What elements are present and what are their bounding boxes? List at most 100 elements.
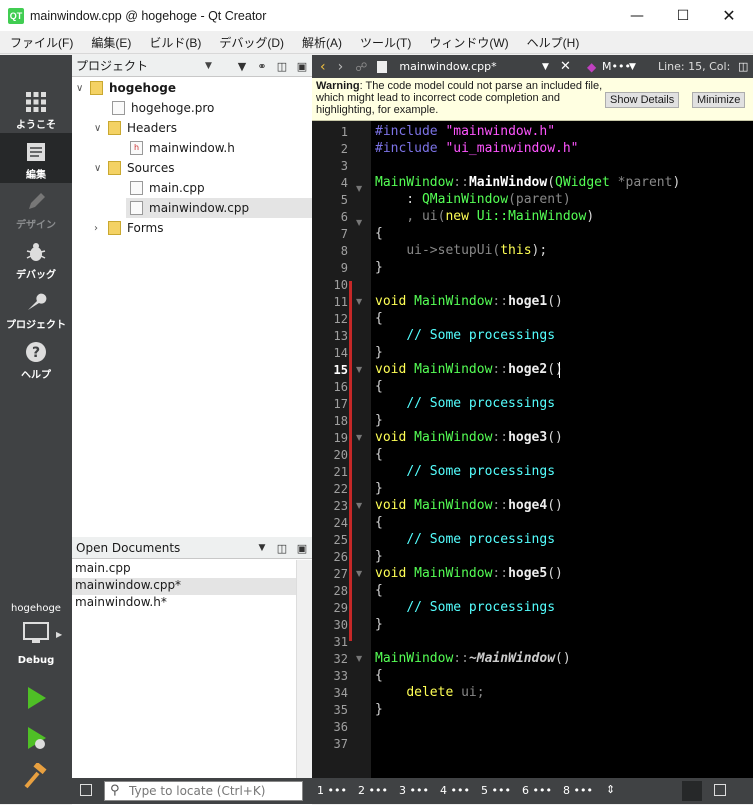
chevron-down-icon[interactable]: ∨	[94, 163, 108, 174]
show-details-button[interactable]: Show Details	[605, 92, 680, 108]
mode-debug-label: デバッグ	[16, 270, 56, 281]
cursor-position[interactable]: Line: 15, Col:	[658, 60, 738, 73]
tree-src2-label: mainwindow.cpp	[149, 201, 250, 215]
fold-marker-icon[interactable]: ▼	[356, 501, 362, 510]
folder-icon	[108, 161, 121, 175]
run-button[interactable]	[22, 685, 50, 714]
window-title: mainwindow.cpp @ hogehoge - Qt Creator	[30, 8, 267, 23]
filter-icon[interactable]: ▼	[232, 60, 252, 73]
menu-build[interactable]: ビルド(B)	[139, 34, 209, 51]
tree-item-src2[interactable]: mainwindow.cpp	[126, 198, 312, 218]
mode-help[interactable]: ? ヘルプ	[0, 333, 72, 383]
fold-marker-icon[interactable]: ▼	[356, 218, 362, 227]
lock-icon[interactable]: ☍	[355, 60, 367, 74]
mode-debug[interactable]: デバッグ	[0, 233, 72, 283]
code-line: }	[375, 260, 383, 275]
locator-input[interactable]: ⚲ Type to locate (Ctrl+K)	[104, 781, 303, 801]
maximize-window-button[interactable]: ☐	[660, 0, 706, 31]
output-pane-button[interactable]: 4 •••	[440, 784, 470, 797]
output-pane-button[interactable]: 8 •••	[563, 784, 593, 797]
minimize-window-button[interactable]: —	[614, 0, 660, 31]
code-line: {	[375, 668, 383, 683]
tree-item-forms[interactable]: › Forms	[72, 218, 312, 238]
output-pane-button[interactable]: 2 •••	[358, 784, 388, 797]
chevron-down-icon[interactable]: ▼	[205, 61, 212, 71]
minimize-warning-button[interactable]: Minimize	[692, 92, 746, 108]
open-doc-item[interactable]: main.cpp	[72, 561, 296, 578]
mode-welcome[interactable]: ようこそ	[0, 83, 72, 133]
split-icon[interactable]: ◫	[272, 542, 292, 555]
locator-placeholder: Type to locate (Ctrl+K)	[129, 784, 266, 798]
symbol-icon: ◆	[587, 59, 597, 74]
grid-icon	[26, 92, 46, 112]
forward-arrow-icon[interactable]: ›	[338, 59, 344, 75]
open-doc-item[interactable]: mainwindow.h*	[72, 595, 296, 612]
mode-projects-label: プロジェクト	[6, 320, 66, 331]
debug-run-button[interactable]	[22, 725, 50, 754]
mode-design[interactable]: デザイン	[0, 183, 72, 233]
mode-edit[interactable]: 編集	[0, 133, 72, 183]
tree-item-root[interactable]: ∨ hogehoge	[72, 78, 312, 98]
split-editor-icon[interactable]: ◫	[738, 60, 748, 73]
line-number: 21	[333, 465, 348, 479]
menu-help[interactable]: ヘルプ(H)	[517, 34, 588, 51]
chevron-right-icon[interactable]: ›	[94, 223, 108, 234]
editor-file-name[interactable]: mainwindow.cpp*	[399, 60, 496, 73]
chevron-down-icon[interactable]: ▼	[629, 62, 636, 72]
build-button[interactable]	[22, 761, 50, 792]
fold-marker-icon[interactable]: ▼	[356, 654, 362, 663]
tree-item-sources[interactable]: ∨ Sources	[72, 158, 312, 178]
menu-tools[interactable]: ツール(T)	[350, 34, 419, 51]
line-number: 8	[340, 244, 348, 258]
document-icon	[27, 143, 45, 161]
output-pane-button[interactable]: 5 •••	[481, 784, 511, 797]
fold-marker-icon[interactable]: ▼	[356, 297, 362, 306]
close-pane-icon[interactable]: ▣	[292, 60, 312, 73]
chevron-down-icon[interactable]: ∨	[76, 83, 90, 94]
menu-window[interactable]: ウィンドウ(W)	[419, 34, 516, 51]
menu-edit[interactable]: 編集(E)	[81, 34, 139, 51]
close-pane-icon[interactable]: ▣	[292, 542, 312, 555]
mode-projects[interactable]: プロジェクト	[0, 283, 72, 333]
code-line: , ui(new Ui::MainWindow)	[406, 209, 595, 224]
output-pane-button[interactable]: 3 •••	[399, 784, 429, 797]
code-line: delete ui;	[406, 685, 485, 700]
menu-analyze[interactable]: 解析(A)	[292, 34, 350, 51]
code-editor[interactable]: 1 2 3 4 5 6 7 8 9 10 11 12 13 14 15 16 17 18 19 20 21 22 23 24 2…	[312, 121, 753, 778]
menu-debug[interactable]: デバッグ(D)	[209, 34, 292, 51]
line-number: 14	[333, 346, 348, 360]
code-line: void MainWindow::hoge4()	[375, 498, 563, 513]
up-down-arrow-icon[interactable]: ⇕	[606, 783, 615, 796]
progress-details-icon[interactable]	[682, 781, 702, 801]
fold-marker-icon[interactable]: ▼	[356, 569, 362, 578]
menu-file[interactable]: ファイル(F)	[0, 34, 81, 51]
code-line: // Some processings	[406, 532, 556, 547]
close-window-button[interactable]: ✕	[706, 0, 752, 31]
link-icon[interactable]: ⚭	[252, 60, 272, 73]
chevron-down-icon[interactable]: ▼	[252, 543, 272, 553]
output-pane-button[interactable]: 1 •••	[317, 784, 347, 797]
close-editor-icon[interactable]: ✕	[560, 59, 571, 74]
split-icon[interactable]: ◫	[272, 60, 292, 73]
tree-item-headers[interactable]: ∨ Headers	[72, 118, 312, 138]
code-line: }	[375, 617, 383, 632]
output-pane-button[interactable]: 6 •••	[522, 784, 552, 797]
toggle-sidebar-icon[interactable]	[80, 784, 92, 796]
tree-item-pro[interactable]: hogehoge.pro	[72, 98, 312, 118]
kit-selector[interactable]: ▶ Debug	[0, 620, 72, 670]
back-arrow-icon[interactable]: ‹	[320, 59, 326, 75]
code-line: void MainWindow::hoge5()	[375, 566, 563, 581]
chevron-down-icon[interactable]: ∨	[94, 123, 108, 134]
symbol-selector[interactable]: M•••	[602, 60, 631, 73]
fold-marker-icon[interactable]: ▼	[356, 365, 362, 374]
open-docs-scrollbar[interactable]	[296, 560, 312, 778]
toggle-right-sidebar-icon[interactable]	[714, 784, 726, 796]
open-doc-item[interactable]: mainwindow.cpp*	[72, 578, 296, 595]
code-line: void MainWindow::hoge3()	[375, 430, 563, 445]
tree-item-header-file[interactable]: h mainwindow.h	[72, 138, 312, 158]
fold-marker-icon[interactable]: ▼	[356, 433, 362, 442]
tree-item-src1[interactable]: main.cpp	[72, 178, 312, 198]
pencil-icon	[29, 193, 45, 209]
chevron-down-icon[interactable]: ▼	[542, 62, 549, 72]
fold-marker-icon[interactable]: ▼	[356, 184, 362, 193]
